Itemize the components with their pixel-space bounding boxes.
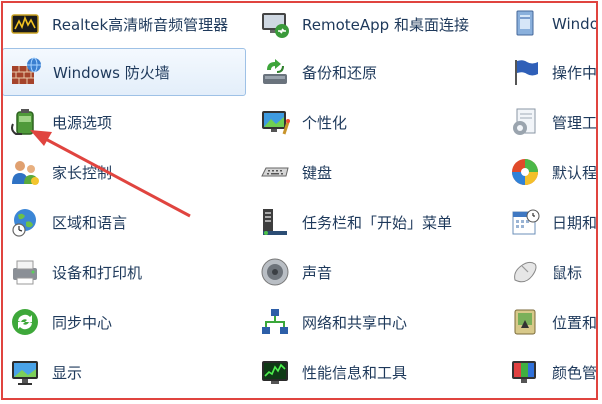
- location-sensors-icon: [508, 305, 542, 339]
- power-options-icon: [8, 105, 42, 139]
- keyboard-icon: [258, 155, 292, 189]
- item-label: Windo: [552, 15, 598, 33]
- item-label: 性能信息和工具: [302, 363, 408, 382]
- display-icon: [8, 355, 42, 389]
- item-admin-tools[interactable]: 管理工: [502, 98, 598, 146]
- network-sharing-icon: [258, 305, 292, 339]
- remoteapp-icon: [258, 7, 292, 41]
- item-color-management[interactable]: 颜色管: [502, 348, 598, 396]
- devices-printers-icon: [8, 255, 42, 289]
- windows-cardspace-icon: [508, 7, 542, 41]
- item-label: 位置和: [552, 313, 598, 332]
- item-devices-printers[interactable]: 设备和打印机: [2, 248, 246, 296]
- item-label: 个性化: [302, 113, 348, 132]
- realtek-audio-icon: [8, 7, 42, 41]
- firewall-icon: [9, 55, 43, 89]
- item-date-time[interactable]: 日期和: [502, 198, 598, 246]
- item-network-sharing[interactable]: 网络和共享中心: [252, 298, 496, 346]
- item-label: 颜色管: [552, 363, 598, 382]
- item-display[interactable]: 显示: [2, 348, 246, 396]
- item-label: Windows 防火墙: [53, 63, 170, 82]
- item-label: RemoteApp 和桌面连接: [302, 15, 469, 34]
- item-windows-cardspace[interactable]: Windo: [502, 0, 598, 48]
- item-label: 网络和共享中心: [302, 313, 408, 332]
- item-performance[interactable]: 性能信息和工具: [252, 348, 496, 396]
- sync-center-icon: [8, 305, 42, 339]
- item-label: 电源选项: [52, 113, 113, 132]
- item-label: 同步中心: [52, 313, 113, 332]
- item-realtek-audio[interactable]: Realtek高清晰音频管理器: [2, 0, 246, 48]
- action-center-icon: [508, 55, 542, 89]
- item-power-options[interactable]: 电源选项: [2, 98, 246, 146]
- item-label: 管理工: [552, 113, 598, 132]
- parental-controls-icon: [8, 155, 42, 189]
- item-keyboard[interactable]: 键盘: [252, 148, 496, 196]
- item-label: 默认程: [552, 163, 598, 182]
- taskbar-start-icon: [258, 205, 292, 239]
- item-action-center[interactable]: 操作中: [502, 48, 598, 96]
- default-programs-icon: [508, 155, 542, 189]
- item-region-language[interactable]: 区域和语言: [2, 198, 246, 246]
- item-label: 日期和: [552, 213, 598, 232]
- date-time-icon: [508, 205, 542, 239]
- item-location-sensors[interactable]: 位置和: [502, 298, 598, 346]
- item-label: 键盘: [302, 163, 333, 182]
- sound-icon: [258, 255, 292, 289]
- item-label: 区域和语言: [52, 213, 128, 232]
- mouse-icon: [508, 255, 542, 289]
- item-label: 声音: [302, 263, 333, 282]
- backup-restore-icon: [258, 55, 292, 89]
- item-sound[interactable]: 声音: [252, 248, 496, 296]
- color-management-icon: [508, 355, 542, 389]
- item-label: 显示: [52, 363, 83, 382]
- item-parental-controls[interactable]: 家长控制: [2, 148, 246, 196]
- item-default-programs[interactable]: 默认程: [502, 148, 598, 196]
- item-label: 操作中: [552, 63, 598, 82]
- item-backup-restore[interactable]: 备份和还原: [252, 48, 496, 96]
- admin-tools-icon: [508, 105, 542, 139]
- item-label: 备份和还原: [302, 63, 378, 82]
- item-mouse[interactable]: 鼠标: [502, 248, 598, 296]
- item-remoteapp[interactable]: RemoteApp 和桌面连接: [252, 0, 496, 48]
- personalization-icon: [258, 105, 292, 139]
- performance-icon: [258, 355, 292, 389]
- item-label: 鼠标: [552, 263, 583, 282]
- region-language-icon: [8, 205, 42, 239]
- item-label: Realtek高清晰音频管理器: [52, 15, 229, 34]
- item-personalization[interactable]: 个性化: [252, 98, 496, 146]
- item-windows-firewall[interactable]: Windows 防火墙: [2, 48, 246, 96]
- item-label: 家长控制: [52, 163, 113, 182]
- item-sync-center[interactable]: 同步中心: [2, 298, 246, 346]
- item-label: 任务栏和「开始」菜单: [302, 213, 453, 232]
- item-label: 设备和打印机: [52, 263, 143, 282]
- item-taskbar-start[interactable]: 任务栏和「开始」菜单: [252, 198, 496, 246]
